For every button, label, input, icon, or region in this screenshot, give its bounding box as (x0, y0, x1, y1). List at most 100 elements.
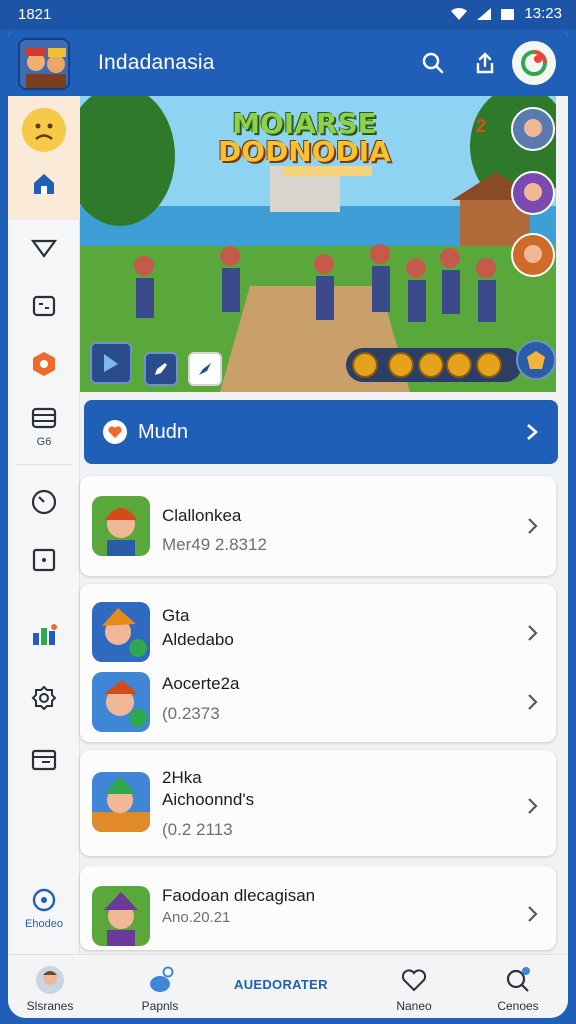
game-meta: (0.2373 (162, 704, 220, 723)
banner-tool-edit[interactable] (144, 352, 178, 386)
status-bar: 1821 13:23 (0, 0, 576, 30)
heart-badge-icon (103, 420, 127, 444)
coin-icon (418, 352, 444, 378)
game-name: Aocerte2a (162, 674, 240, 693)
sad-face-icon[interactable] (22, 108, 66, 152)
search-icon (506, 967, 530, 992)
nav-item-profile[interactable]: Slsranes (20, 955, 80, 1018)
chevron-right-icon (528, 518, 538, 534)
character-avatar-1[interactable] (510, 106, 556, 152)
triangle-down-icon[interactable] (28, 232, 60, 264)
coin-icon (476, 352, 502, 378)
stats-icon[interactable] (28, 620, 60, 652)
google-play-icon (521, 50, 547, 76)
game-icon (92, 496, 150, 556)
rail-label-bottom: Ehodeo (25, 918, 63, 930)
share-button[interactable] (468, 46, 502, 80)
nav-label: Papnls (141, 999, 179, 1013)
game-meta: Aichoonnd's (162, 790, 255, 809)
game-meta: Mer49 2.8312 (162, 535, 267, 554)
game-row[interactable]: 2Hka Aichoonnd's (0.2 2113 (80, 762, 556, 842)
side-navigation-rail: G6 Ehodeo (8, 96, 80, 954)
section-header-button[interactable]: Mudn (84, 400, 558, 464)
coin-icon (388, 352, 414, 378)
nav-center-label[interactable]: AUEDORATER (234, 977, 328, 992)
banner-title-line1: MOIARSE (232, 107, 377, 140)
brush-icon (199, 363, 211, 375)
nav-label: Cenoes (497, 999, 539, 1013)
nav-item-apps[interactable]: Papnls (130, 955, 190, 1018)
refresh-icon[interactable] (28, 884, 60, 916)
banner-tool-build[interactable] (90, 342, 132, 384)
game-row[interactable]: Faodoan dlecagisan Ano.20.21 (80, 876, 556, 956)
nav-label: Slsranes (26, 999, 74, 1013)
status-icons: 13:23 (450, 5, 562, 22)
chevron-right-icon (528, 694, 538, 710)
gem-icon (527, 351, 545, 369)
game-meta: Aldedabo (162, 630, 234, 649)
game-name: 2Hka (162, 768, 202, 787)
banner-tool-brush[interactable] (188, 352, 222, 386)
chevron-right-icon (528, 625, 538, 641)
signal-icon (477, 7, 492, 20)
search-icon (422, 52, 444, 74)
bottom-navigation: Slsranes Papnls AUEDORATER Naneo Cenoes (8, 954, 568, 1018)
character-avatar-3[interactable] (510, 232, 556, 278)
nav-item-search[interactable]: Cenoes (488, 955, 548, 1018)
rail-label-lists: G6 (36, 436, 52, 448)
pencil-icon (155, 363, 167, 375)
battery-icon (501, 8, 515, 20)
app-frame: Indadanasia G6 Ehodeo MOIARSE DODNODIA 2… (8, 30, 568, 1018)
game-row[interactable]: Aocerte2a (0.2373 (80, 662, 556, 742)
banner-shop-button[interactable] (516, 340, 556, 380)
section-label: Mudn (138, 421, 189, 443)
profile-avatar[interactable] (512, 41, 556, 85)
game-name: Faodoan dlecagisan (162, 886, 316, 905)
flag-icon (104, 354, 118, 372)
banner-tagline-bar (284, 166, 372, 176)
game-name: Clallonkea (162, 506, 242, 525)
chevron-right-icon (527, 424, 538, 440)
game-card[interactable]: 2Hka Aichoonnd's (0.2 2113 (80, 750, 556, 856)
banner-game-title: MOIARSE DODNODIA (218, 110, 391, 166)
game-icon (92, 772, 150, 832)
game-meta-secondary: (0.2 2113 (162, 820, 233, 839)
chevron-right-icon (528, 906, 538, 922)
nav-label: Naneo (396, 999, 432, 1013)
clock-icon[interactable] (28, 486, 60, 518)
game-icon (92, 672, 150, 732)
chat-icon[interactable] (28, 290, 60, 322)
banner-badge-count: 2 (476, 116, 487, 136)
game-name: Gta (162, 606, 190, 625)
app-logo[interactable] (18, 38, 70, 90)
game-card[interactable]: Faodoan dlecagisan Ano.20.21 (80, 866, 556, 950)
search-button[interactable] (416, 46, 450, 80)
wifi-icon (451, 7, 468, 20)
game-row[interactable]: Gta Aldedabo (80, 592, 556, 672)
hexagon-app-icon[interactable] (28, 348, 60, 380)
square-icon[interactable] (28, 544, 60, 576)
game-meta: Ano.20.21 (162, 909, 231, 926)
settings-gear-icon[interactable] (28, 682, 60, 714)
wallet-icon[interactable] (28, 744, 60, 776)
user-avatar-icon (36, 966, 64, 994)
game-icon (92, 886, 150, 946)
coin-icon (352, 352, 378, 378)
game-row[interactable]: Clallonkea Mer49 2.8312 (80, 486, 556, 566)
list-icon[interactable] (28, 402, 60, 434)
home-icon[interactable] (28, 168, 60, 200)
game-logo-icon (20, 40, 68, 88)
featured-game-banner[interactable]: MOIARSE DODNODIA 2 (80, 96, 556, 392)
game-card[interactable]: Gta Aldedabo Aocerte2a (0.2373 (80, 584, 556, 742)
heart-outline-icon (401, 969, 427, 992)
status-time-right: 13:23 (524, 5, 562, 22)
app-title: Indadanasia (98, 51, 215, 74)
game-icon (92, 602, 150, 662)
character-avatar-2[interactable] (510, 170, 556, 216)
app-header: Indadanasia (8, 30, 568, 96)
banner-title-line2: DODNODIA (218, 135, 391, 168)
game-card[interactable]: Clallonkea Mer49 2.8312 (80, 476, 556, 576)
coin-icon (446, 352, 472, 378)
nav-item-wishlist[interactable]: Naneo (384, 955, 444, 1018)
chevron-right-icon (528, 798, 538, 814)
